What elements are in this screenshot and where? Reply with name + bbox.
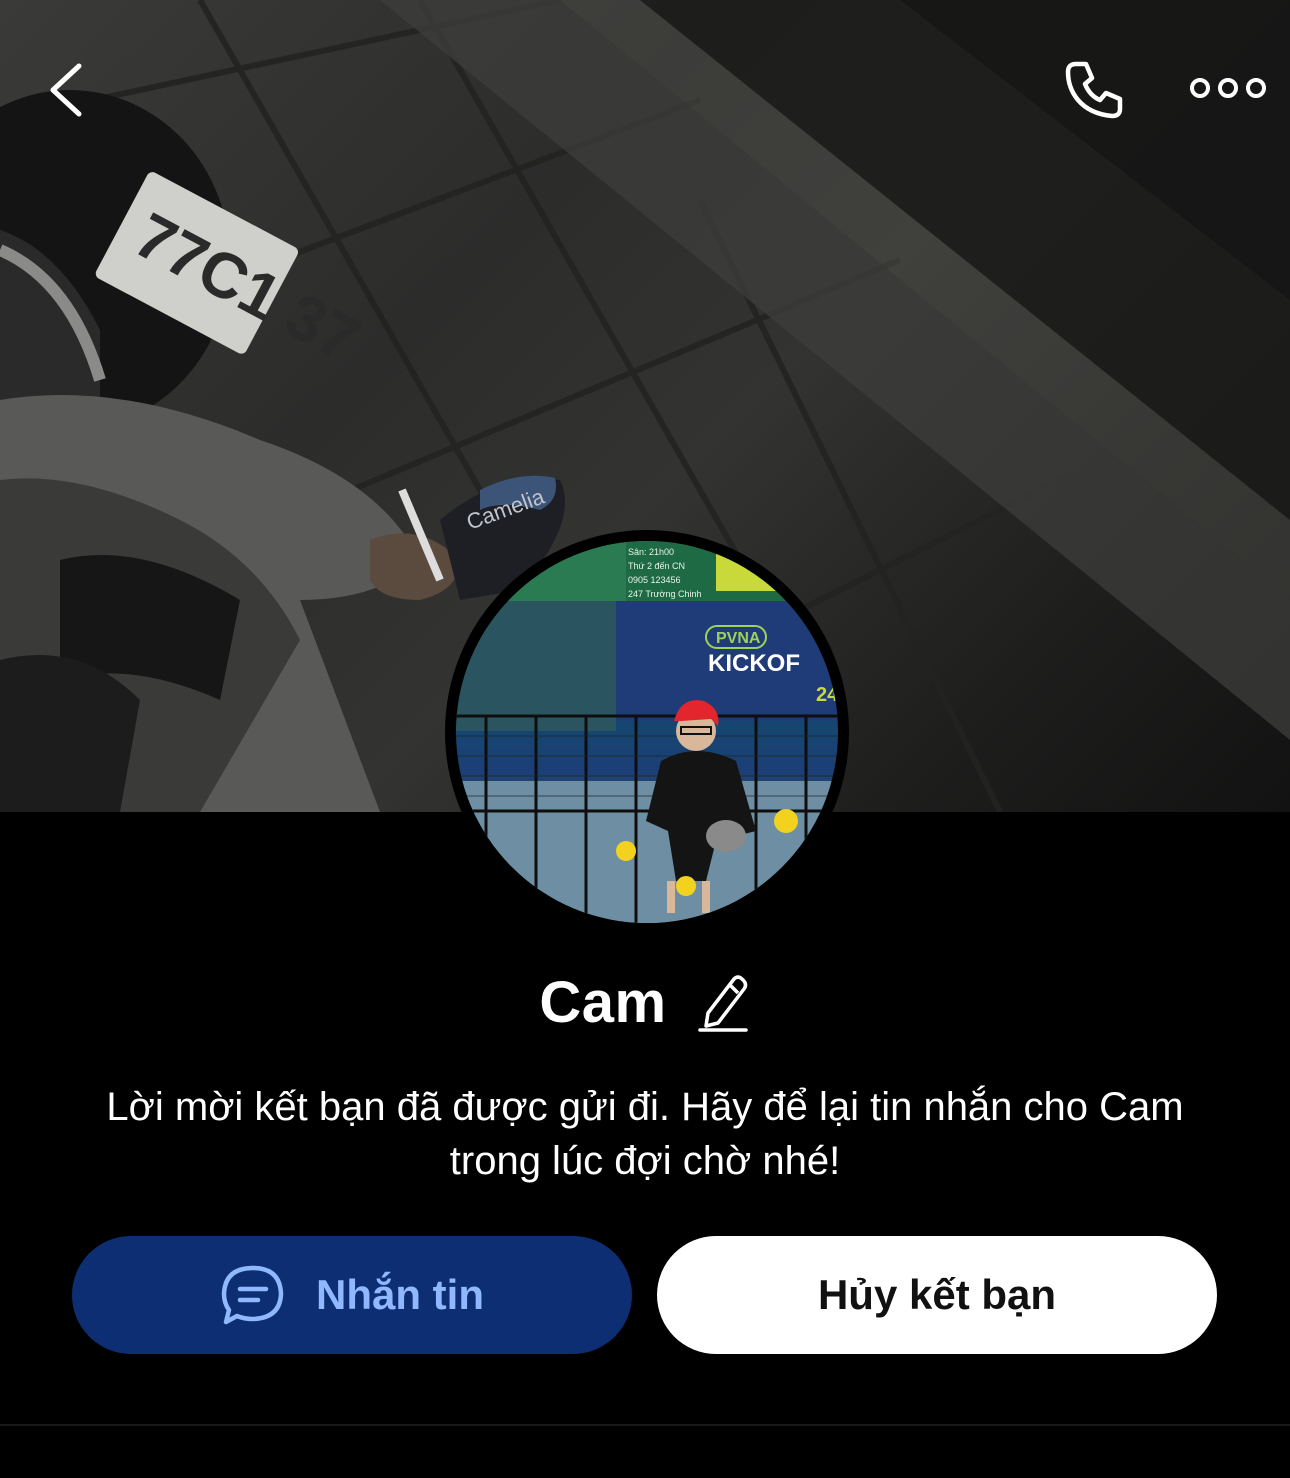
back-button[interactable]: [30, 50, 100, 130]
avatar-photo: Sân: 21h00 Thứ 2 đến CN 0905 123456 247 …: [456, 541, 838, 923]
more-options-button[interactable]: [1180, 60, 1276, 116]
avatar[interactable]: Sân: 21h00 Thứ 2 đến CN 0905 123456 247 …: [445, 530, 849, 934]
board-line: 0905 123456: [628, 575, 681, 585]
board-line: Sân: 21h00: [628, 547, 674, 557]
avatar-photo-art: Sân: 21h00 Thứ 2 đến CN 0905 123456 247 …: [456, 541, 838, 923]
pencil-icon: [697, 975, 748, 1032]
unfriend-label: Hủy kết bạn: [817, 1271, 1057, 1318]
chevron-left-icon: [50, 63, 82, 117]
ellipsis-circles-icon: [1190, 78, 1266, 98]
banner-number-text: 24: [816, 684, 838, 706]
profile-name-row: Cam: [0, 962, 1290, 1042]
profile-screen: 77C1 37 Camelia Sân: 21h00 Thứ 2 đến CN …: [0, 0, 1290, 1478]
bottom-divider: [0, 1424, 1290, 1426]
send-message-button[interactable]: Nhắn tin: [72, 1236, 632, 1354]
phone-icon: [1065, 61, 1123, 119]
profile-name: Cam: [539, 969, 667, 1035]
edit-name-button[interactable]: [695, 970, 751, 1034]
banner-kickoff-text: KICKOF: [708, 650, 800, 677]
send-message-label: Nhắn tin: [316, 1271, 484, 1318]
board-line: 247 Trường Chinh: [628, 589, 701, 599]
chat-bubble-icon: [221, 1265, 284, 1325]
banner-pvna-text: PVNA: [716, 630, 761, 647]
unfriend-button[interactable]: Hủy kết bạn: [657, 1236, 1217, 1354]
friend-request-status-text: Lời mời kết bạn đã được gửi đi. Hãy để l…: [106, 1085, 1184, 1183]
board-line: Thứ 2 đến CN: [628, 561, 685, 571]
call-button[interactable]: [1052, 52, 1136, 128]
